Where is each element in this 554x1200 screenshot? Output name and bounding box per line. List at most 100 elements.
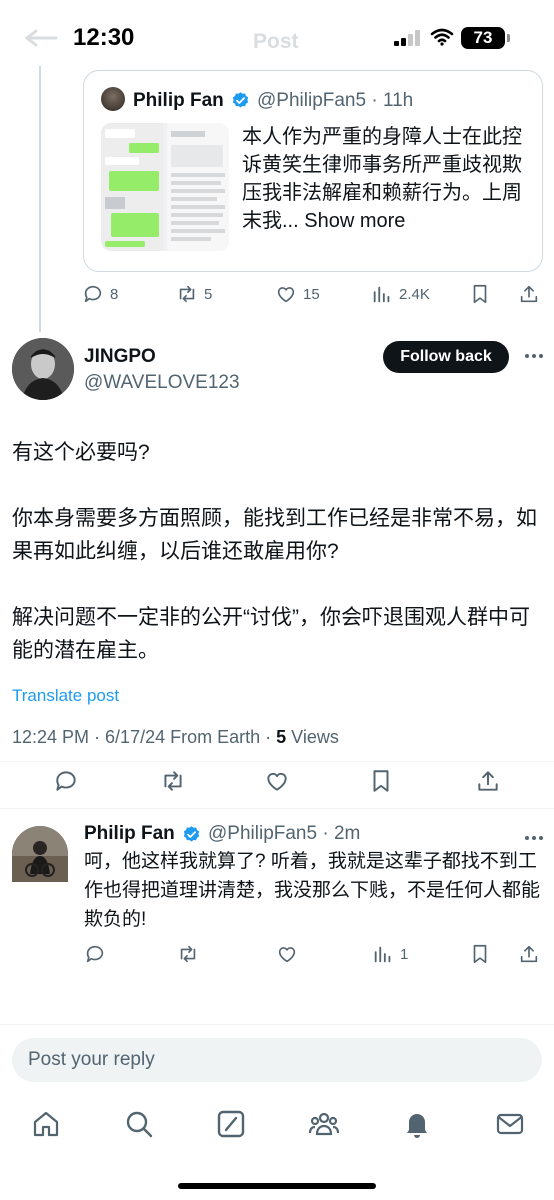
repost-icon (180, 945, 196, 963)
author-name[interactable]: JINGPO (84, 346, 156, 368)
divider (0, 761, 554, 762)
like-button[interactable] (264, 768, 290, 794)
notifications-icon (407, 1114, 427, 1138)
page-title: Post (253, 30, 299, 53)
verified-badge-icon (183, 826, 200, 842)
tab-messages[interactable] (494, 1108, 526, 1140)
views-button[interactable]: 2.4K (371, 283, 430, 305)
share-button[interactable] (475, 768, 501, 794)
bookmark-icon (473, 284, 487, 304)
heart-icon (267, 772, 287, 791)
grok-icon (217, 1110, 245, 1138)
main-post-actions (0, 768, 554, 796)
avatar[interactable] (101, 87, 125, 111)
home-indicator[interactable] (178, 1183, 376, 1189)
attached-screenshot-image[interactable] (101, 123, 229, 251)
search-icon (126, 1111, 153, 1138)
avatar-portrait (12, 338, 74, 400)
battery-cap (507, 34, 510, 42)
reply-icon (56, 771, 76, 791)
chat-screenshot-thumbnail (101, 123, 229, 251)
quoted-post-card[interactable]: Philip Fan @PhilipFan5 · 11h 本人作为严重的身障人士… (83, 70, 543, 272)
reply-count: 8 (110, 285, 119, 303)
like-button[interactable]: 15 (275, 283, 320, 305)
repost-icon (179, 285, 195, 303)
bookmark-icon (473, 944, 487, 964)
share-button[interactable] (518, 283, 540, 305)
views-count: 2.4K (399, 285, 430, 303)
avatar[interactable] (12, 338, 74, 400)
divider (0, 1024, 554, 1025)
divider (0, 808, 554, 809)
share-icon (520, 945, 538, 963)
repost-button[interactable] (160, 768, 186, 794)
tab-grok[interactable] (215, 1108, 247, 1140)
wifi-icon (430, 28, 454, 46)
quoted-post-actions: 8 5 15 2.4K (0, 283, 554, 311)
repost-button[interactable] (177, 943, 199, 965)
avatar[interactable] (12, 826, 68, 882)
heart-icon (277, 287, 295, 303)
post-paragraph: 解决问题不一定非的公开“讨伐”，你会吓退围观人群中可能的潜在雇主。 (12, 606, 530, 662)
back-arrow-icon[interactable] (20, 28, 60, 48)
tab-notifications[interactable] (401, 1108, 433, 1140)
bookmark-icon (373, 770, 389, 792)
analytics-icon (374, 946, 391, 963)
author-handle[interactable]: @WAVELOVE123 (84, 372, 240, 394)
avatar-portrait (12, 826, 68, 882)
like-count: 15 (303, 285, 320, 303)
reply-input[interactable]: Post your reply (12, 1038, 542, 1082)
views-button[interactable]: 1 (372, 943, 408, 965)
reply-button[interactable]: 8 (82, 283, 118, 305)
share-icon (520, 285, 538, 303)
tab-home[interactable] (30, 1108, 62, 1140)
views-label: Views (286, 727, 339, 747)
reply-button[interactable] (84, 943, 106, 965)
repost-button[interactable]: 5 (176, 283, 212, 305)
more-options-icon[interactable] (523, 830, 545, 846)
reply-button[interactable] (53, 768, 79, 794)
bookmark-button[interactable] (469, 943, 491, 965)
heart-icon (278, 947, 296, 963)
post-meta: 12:24 PM · 6/17/24 From Earth · 5 Views (12, 727, 339, 748)
repost-icon (164, 771, 182, 791)
post-timestamp: 12:24 PM · 6/17/24 From Earth · (12, 727, 277, 747)
bookmark-button[interactable] (368, 768, 394, 794)
translate-post-link[interactable]: Translate post (12, 686, 119, 706)
author-handle: @PhilipFan5 · 11h (257, 90, 414, 111)
reply-icon (84, 285, 102, 303)
signal-icon (394, 30, 420, 46)
quoted-post-text[interactable]: 本人作为严重的身障人士在此控诉黄笑生律师事务所严重歧视欺压我非法解雇和赖薪行为。… (242, 123, 532, 235)
repost-count: 5 (204, 285, 213, 303)
views-count[interactable]: 5 (276, 727, 286, 747)
analytics-icon (373, 286, 390, 303)
reply-icon (86, 945, 104, 963)
communities-icon (308, 1112, 340, 1136)
share-icon (478, 771, 498, 791)
post-text: 有这个必要吗? 你本身需要多方面照顾，能找到工作已经是非常不易，如果再如此纠缠，… (12, 436, 542, 667)
reply-post-actions: 1 (0, 943, 554, 971)
battery-indicator: 73 (461, 27, 505, 49)
views-count: 1 (400, 945, 409, 963)
post-paragraph: 你本身需要多方面照顾，能找到工作已经是非常不易，如果再如此纠缠，以后谁还敢雇用你… (12, 507, 537, 563)
home-icon (33, 1111, 59, 1137)
author-handle: @PhilipFan5 · 2m (208, 823, 361, 844)
share-button[interactable] (518, 943, 540, 965)
bottom-tab-bar (0, 1100, 554, 1160)
author-name[interactable]: Philip Fan (84, 823, 175, 845)
post-paragraph: 有这个必要吗? (12, 441, 150, 464)
author-name[interactable]: Philip Fan (133, 90, 224, 112)
verified-badge-icon (232, 92, 249, 108)
like-button[interactable] (276, 943, 298, 965)
tab-communities[interactable] (308, 1108, 340, 1140)
follow-back-button[interactable]: Follow back (383, 341, 509, 373)
bookmark-button[interactable] (469, 283, 491, 305)
reply-text[interactable]: 呵，他这样我就算了? 听着，我就是这辈子都找不到工作也得把道理讲清楚，我没那么下… (84, 847, 546, 934)
show-more-link[interactable]: Show more (304, 210, 405, 232)
status-bar: 12:30 Post 73 (0, 0, 554, 80)
messages-icon (496, 1113, 524, 1135)
tab-search[interactable] (123, 1108, 155, 1140)
more-options-icon[interactable] (523, 348, 545, 364)
